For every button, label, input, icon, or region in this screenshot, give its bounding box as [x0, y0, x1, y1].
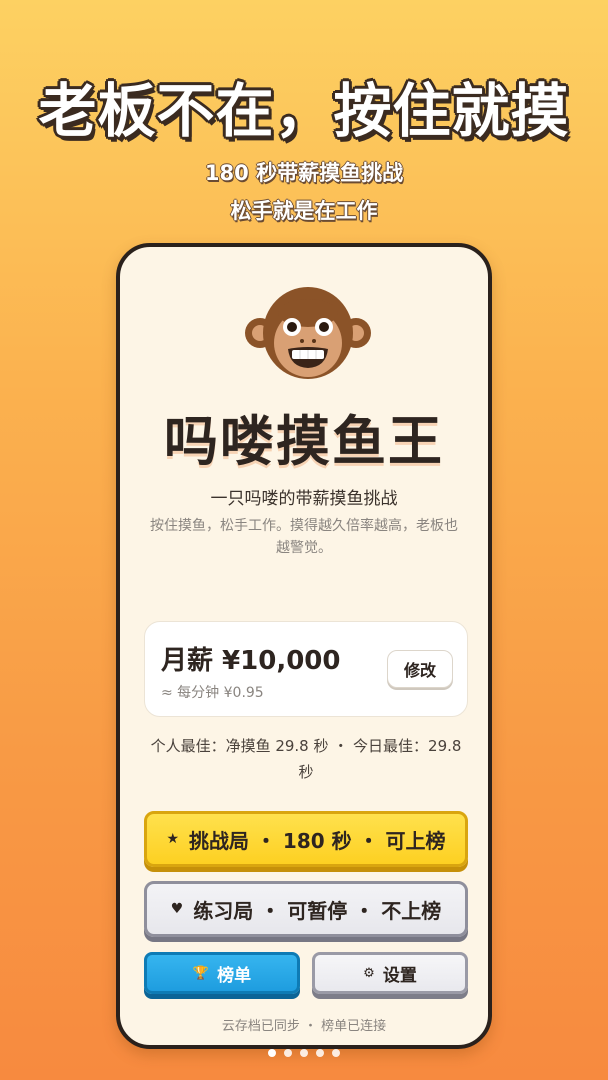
promo-subtitle-1: 180 秒带薪摸鱼挑战 — [204, 161, 404, 185]
promo-headline: 老板不在，按住就摸 — [38, 77, 570, 145]
app-description: 按住摸鱼，松手工作。摸得越久倍率越高，老板也越警觉。 — [150, 518, 458, 556]
leaderboard-button[interactable]: 🏆 榜单 — [144, 952, 300, 994]
salary-per-minute: ≈ 每分钟 ¥0.95 — [161, 685, 264, 701]
gear-icon: ⚙ — [363, 965, 375, 981]
page-dot[interactable] — [268, 1049, 276, 1057]
app-tagline: 一只吗喽的带薪摸鱼挑战 — [210, 489, 398, 509]
challenge-mode-label: 挑战局 ・ 180 秒 ・ 可上榜 — [189, 828, 446, 853]
trophy-icon: 🏆 — [192, 965, 210, 981]
salary-card: 月薪 ¥10,000 ≈ 每分钟 ¥0.95 修改 — [144, 621, 468, 717]
page-dot[interactable] — [284, 1049, 292, 1057]
page-dot[interactable] — [316, 1049, 324, 1057]
salary-amount: 月薪 ¥10,000 — [161, 646, 341, 676]
settings-label: 设置 — [382, 965, 417, 986]
promo-subtitle-2: 松手就是在工作 — [230, 199, 378, 223]
phone-screen: 吗喽摸鱼王 一只吗喽的带薪摸鱼挑战 按住摸鱼，松手工作。摸得越久倍率越高，老板也… — [116, 243, 492, 1049]
personal-best-text: 个人最佳：净摸鱼 29.8 秒 ・ 今日最佳：29.8 秒 — [150, 737, 462, 781]
page-indicator — [0, 1049, 608, 1057]
settings-button[interactable]: ⚙ 设置 — [312, 952, 468, 994]
star-icon: ★ — [166, 831, 179, 847]
app-title: 吗喽摸鱼王 — [164, 410, 444, 473]
practice-mode-label: 练习局 ・ 可暂停 ・ 不上榜 — [193, 898, 442, 923]
challenge-mode-button[interactable]: ★ 挑战局 ・ 180 秒 ・ 可上榜 — [144, 811, 468, 867]
practice-mode-button[interactable]: ♥ 练习局 ・ 可暂停 ・ 不上榜 — [144, 881, 468, 937]
page-dot[interactable] — [300, 1049, 308, 1057]
sync-status: 云存档已同步 ・ 榜单已连接 — [221, 1019, 387, 1034]
leaderboard-label: 榜单 — [217, 965, 252, 986]
page-dot[interactable] — [332, 1049, 340, 1057]
heart-icon: ♥ — [170, 901, 184, 917]
monkey-logo-icon — [245, 287, 371, 379]
edit-salary-button[interactable]: 修改 — [387, 650, 453, 688]
